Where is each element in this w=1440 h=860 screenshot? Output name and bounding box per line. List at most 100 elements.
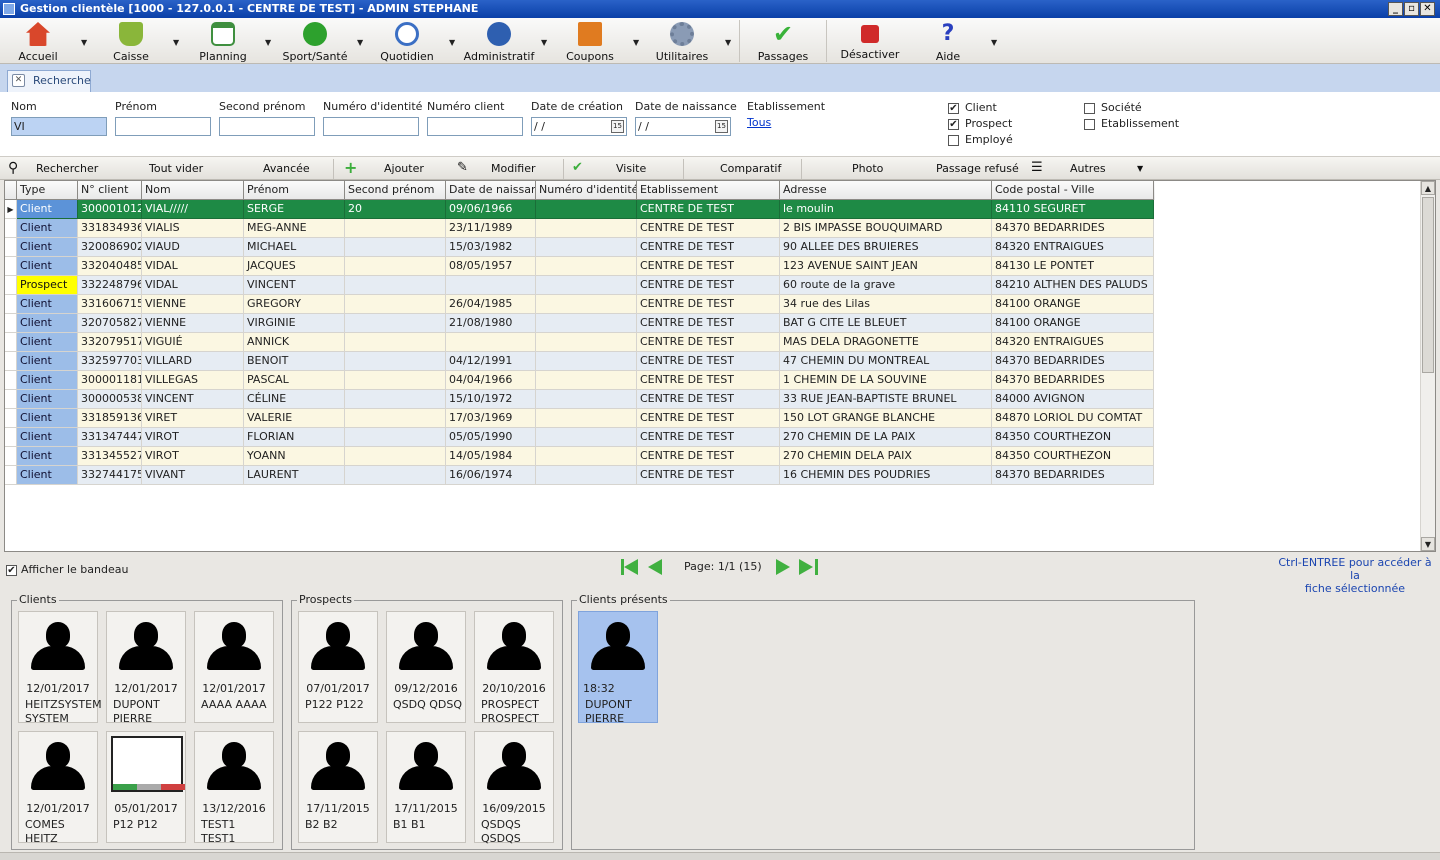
column-header-type[interactable]: Type — [17, 181, 78, 200]
ribbon-caisse-button[interactable]: Caisse — [106, 18, 156, 64]
column-header-numero-identite[interactable]: Numéro d'identité — [536, 181, 637, 200]
planning-dropdown-icon[interactable]: ▼ — [265, 38, 271, 47]
afficher-bandeau-checkbox[interactable]: ✔ — [6, 565, 17, 576]
clients-card[interactable]: 12/01/2017 AAAA AAAA — [194, 611, 274, 723]
quotidien-dropdown-icon[interactable]: ▼ — [449, 38, 455, 47]
prev-page-icon[interactable] — [648, 559, 662, 575]
table-row[interactable]: Client 332079517 VIGUIÉ ANNICK CENTRE DE TES… — [5, 333, 1155, 352]
scroll-down-icon[interactable]: ▼ — [1421, 537, 1435, 551]
presents-card[interactable]: 18:32 DUPONT PIERRE — [578, 611, 658, 725]
table-row[interactable]: Prospect 332248796 VIDAL VINCENT CENTRE DE T… — [5, 276, 1155, 295]
ribbon-aide-button[interactable]: ? Aide — [930, 18, 966, 64]
prospects-card[interactable]: 20/10/2016 PROSPECT PROSPECT — [474, 611, 554, 725]
table-row[interactable]: Client 331859136 VIRET VALERIE 17/03/1969 CEN… — [5, 409, 1155, 428]
column-header-nom[interactable]: Nom — [142, 181, 244, 200]
first-page-icon[interactable] — [624, 559, 638, 575]
clients-card[interactable]: 12/01/2017 HEITZSYSTEM SYSTEM — [18, 611, 102, 725]
prospects-card[interactable]: 07/01/2017 P122 P122 — [298, 611, 378, 723]
comparatif-button[interactable]: Comparatif — [720, 162, 781, 175]
table-row[interactable]: Client 331345527 VIROT YOANN 14/05/1984 CENTR… — [5, 447, 1155, 466]
table-row[interactable]: Client 332597703 VILLARD BENOIT 04/12/1991 CE… — [5, 352, 1155, 371]
column-header-adresse[interactable]: Adresse — [780, 181, 992, 200]
employe-checkbox[interactable] — [948, 135, 959, 146]
ribbon-passages-button[interactable]: ✔ Passages — [756, 18, 810, 64]
utilitaires-dropdown-icon[interactable]: ▼ — [725, 38, 731, 47]
clients-card[interactable]: 12/01/2017 DUPONT PIERRE — [106, 611, 186, 725]
table-row[interactable]: Client 300001181 VILLEGAS PASCAL 04/04/1966 C… — [5, 371, 1155, 390]
calendar-icon[interactable]: 15 — [611, 120, 624, 133]
accueil-dropdown-icon[interactable]: ▼ — [81, 38, 87, 47]
numero-client-input[interactable] — [427, 117, 523, 136]
client-checkbox[interactable]: ✔ — [948, 103, 959, 114]
table-row[interactable]: Client 331606715 VIENNE GREGORY 26/04/1985 CE… — [5, 295, 1155, 314]
visite-button[interactable]: Visite — [616, 162, 646, 175]
caisse-dropdown-icon[interactable]: ▼ — [173, 38, 179, 47]
table-row[interactable]: Client 320705827 VIENNE VIRGINIE 21/08/1980 C… — [5, 314, 1155, 333]
ribbon-sport-sante-button[interactable]: Sport/Santé — [282, 18, 348, 64]
scroll-up-icon[interactable]: ▲ — [1421, 181, 1435, 195]
menu-icon[interactable]: ☰ — [1031, 160, 1043, 175]
second-prenom-input[interactable] — [219, 117, 315, 136]
numero-identite-input[interactable] — [323, 117, 419, 136]
calendar-icon[interactable]: 15 — [715, 120, 728, 133]
societe-checkbox[interactable] — [1084, 103, 1095, 114]
clients-card[interactable]: 13/12/2016 TEST1 TEST1 — [194, 731, 274, 845]
column-header-code-postal-ville[interactable]: Code postal - Ville — [992, 181, 1154, 200]
prenom-input[interactable] — [115, 117, 211, 136]
presents-panel-title: Clients présents — [577, 593, 670, 606]
close-tab-icon[interactable]: ✕ — [12, 74, 25, 87]
prospects-card[interactable]: 17/11/2015 B1 B1 — [386, 731, 466, 843]
table-row[interactable]: Client 331834936 VIALIS MEG-ANNE 23/11/1989 C… — [5, 219, 1155, 238]
column-header-numero-client[interactable]: N° client — [78, 181, 142, 200]
autres-dropdown-icon[interactable]: ▼ — [1137, 164, 1143, 173]
table-row[interactable]: Client 332744175 VIVANT LAURENT 16/06/1974 CE… — [5, 466, 1155, 485]
ribbon-quotidien-button[interactable]: Quotidien — [378, 18, 436, 64]
column-header-prenom[interactable]: Prénom — [244, 181, 345, 200]
date-creation-input[interactable]: / / 15 — [531, 117, 627, 136]
tab-recherche[interactable]: ✕ Recherche — [7, 70, 91, 92]
table-row[interactable]: Client 331347447 VIROT FLORIAN 05/05/1990 CEN… — [5, 428, 1155, 447]
close-window-button[interactable]: ✕ — [1420, 2, 1435, 16]
prospects-card[interactable]: 16/09/2015 QSDQS QSDQS — [474, 731, 554, 845]
ribbon-desactiver-button[interactable]: Désactiver — [840, 18, 900, 64]
autres-button[interactable]: Autres — [1070, 162, 1106, 175]
nom-input[interactable]: VI — [11, 117, 107, 136]
clients-card[interactable]: 12/01/2017 COMES HEITZ — [18, 731, 98, 845]
last-page-icon[interactable] — [799, 559, 813, 575]
aide-dropdown-icon[interactable]: ▼ — [991, 38, 997, 47]
minimize-button[interactable]: _ — [1388, 2, 1403, 16]
column-header-etablissement[interactable]: Etablissement — [637, 181, 780, 200]
scroll-thumb[interactable] — [1422, 197, 1434, 373]
photo-button[interactable]: Photo — [852, 162, 883, 175]
grid-vertical-scrollbar[interactable]: ▲ ▼ — [1420, 181, 1435, 551]
etablissement-tous-link[interactable]: Tous — [747, 116, 771, 129]
modifier-button[interactable]: Modifier — [491, 162, 535, 175]
ribbon-utilitaires-button[interactable]: Utilitaires — [654, 18, 710, 64]
ajouter-button[interactable]: Ajouter — [384, 162, 424, 175]
next-page-icon[interactable] — [776, 559, 790, 575]
prospect-checkbox[interactable]: ✔ — [948, 119, 959, 130]
table-row[interactable]: Client 332040485 VIDAL JACQUES 08/05/1957 CEN… — [5, 257, 1155, 276]
table-row[interactable]: Client 300000538 VINCENT CÉLINE 15/10/1972 CE… — [5, 390, 1155, 409]
etablissement-checkbox[interactable] — [1084, 119, 1095, 130]
table-row[interactable]: ▶ Client 300001012 VIAL/////SERGE 20 09/06/19… — [5, 200, 1155, 219]
tout-vider-button[interactable]: Tout vider — [149, 162, 203, 175]
ribbon-coupons-button[interactable]: Coupons — [566, 18, 614, 64]
ribbon-planning-button[interactable]: Planning — [196, 18, 250, 64]
column-header-date-naissance[interactable]: Date de naissance — [446, 181, 536, 200]
maximize-button[interactable]: ▫ — [1404, 2, 1419, 16]
table-row[interactable]: Client 320086902 VIAUD MICHAEL 15/03/1982 CEN… — [5, 238, 1155, 257]
column-header-second-prenom[interactable]: Second prénom — [345, 181, 446, 200]
ribbon-administratif-button[interactable]: Administratif — [462, 18, 536, 64]
passage-refuse-button[interactable]: Passage refusé — [936, 162, 1019, 175]
prospects-card[interactable]: 09/12/2016 QSDQ QDSQ — [386, 611, 466, 723]
rechercher-button[interactable]: Rechercher — [36, 162, 98, 175]
clients-card[interactable]: 05/01/2017 P12 P12 — [106, 731, 186, 843]
avancee-button[interactable]: Avancée — [263, 162, 310, 175]
date-naissance-input[interactable]: / / 15 — [635, 117, 731, 136]
coupons-dropdown-icon[interactable]: ▼ — [633, 38, 639, 47]
sport-dropdown-icon[interactable]: ▼ — [357, 38, 363, 47]
prospects-card[interactable]: 17/11/2015 B2 B2 — [298, 731, 378, 843]
administratif-dropdown-icon[interactable]: ▼ — [541, 38, 547, 47]
ribbon-accueil-button[interactable]: Accueil — [14, 18, 62, 64]
